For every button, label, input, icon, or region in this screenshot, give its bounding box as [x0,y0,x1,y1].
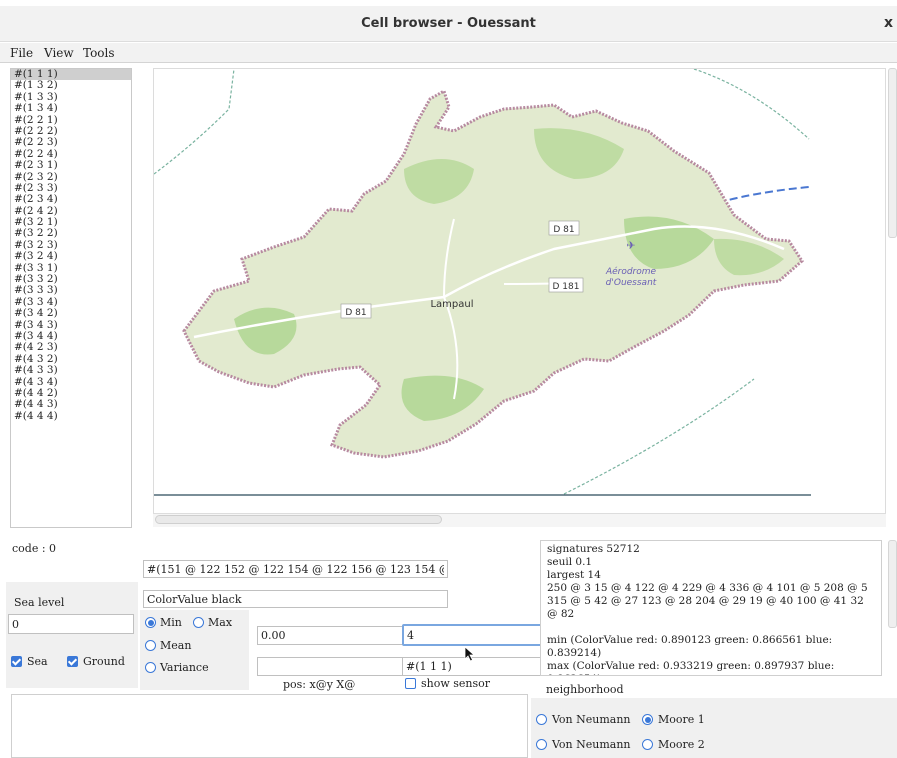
von-neumann-radio-2-dot[interactable] [536,739,547,750]
ground-checkbox[interactable]: Ground [67,655,125,668]
airport-label-line2: d'Ouessant [606,278,657,288]
cell-list-item[interactable]: #(1 3 4) [11,102,131,114]
cell-list-item[interactable]: #(4 3 3) [11,364,131,376]
cell-list-item[interactable]: #(2 3 4) [11,193,131,205]
cell-list[interactable]: #(1 1 1) #(1 3 2) #(1 3 3) #(1 3 4) #(2 2 1)… [10,68,132,528]
menu-view[interactable]: View [44,46,74,60]
points-field[interactable] [143,560,448,578]
cell-list-item[interactable]: #(4 4 3) [11,398,131,410]
coast-line-southeast [563,378,755,495]
ouessant-map: D 81 D 181 D 81 Lampaul ✈ Aérodrome d'Ou… [154,69,811,496]
variance-radio-dot[interactable] [145,662,156,673]
pos-label: pos: x@y X@ [283,678,356,691]
map-view[interactable]: D 81 D 181 D 81 Lampaul ✈ Aérodrome d'Ou… [153,68,886,514]
mean-radio[interactable]: Mean [145,639,191,652]
min-radio[interactable]: Min [145,616,182,629]
variance-radio[interactable]: Variance [145,661,209,674]
show-sensor-checkbox[interactable]: show sensor [405,677,490,690]
info-line: signatures 52712 [547,543,640,555]
sea-checkbox-label: Sea [27,655,48,668]
min-radio-label: Min [160,616,182,629]
menu-bar: File View Tools [0,43,897,63]
von-neumann-radio-2[interactable]: Von Neumann [536,738,631,751]
moore-2-radio[interactable]: Moore 2 [642,738,705,751]
von-neumann-radio-2-label: Von Neumann [552,738,631,751]
info-line [547,621,875,634]
moore-1-radio[interactable]: Moore 1 [642,713,705,726]
max-radio[interactable]: Max [193,616,232,629]
village-label: Lampaul [430,299,473,310]
menu-file[interactable]: File [10,46,33,60]
airport-icon: ✈ [626,239,635,252]
von-neumann-radio-1[interactable]: Von Neumann [536,713,631,726]
von-neumann-radio-1-dot[interactable] [536,714,547,725]
road-label-d81-west: D 81 [345,308,366,318]
neighborhood-label: neighborhood [546,683,624,696]
variance-radio-label: Variance [160,661,209,674]
cell-list-item[interactable]: #(3 4 2) [11,307,131,319]
mean-radio-dot[interactable] [145,640,156,651]
info-line: seuil 0.1 [547,556,593,568]
airport-label-line1: Aérodrome [605,266,657,277]
max-radio-dot[interactable] [193,617,204,628]
show-sensor-label: show sensor [421,677,491,690]
road-label-d181: D 181 [553,282,580,292]
info-line: 250 @ 3 15 @ 4 122 @ 4 229 @ 4 336 @ 4 1… [547,582,868,620]
road-label-d81-east: D 81 [553,225,574,235]
sea-checkbox-box[interactable] [11,656,22,667]
show-sensor-checkbox-box[interactable] [405,678,416,689]
sea-checkbox[interactable]: Sea [11,655,48,668]
coast-line-northwest [154,69,235,175]
value-field-2[interactable] [402,624,550,646]
moore-2-radio-dot[interactable] [642,739,653,750]
color-field[interactable] [143,590,448,608]
info-line: largest 14 [547,569,601,581]
window-titlebar: Cell browser - Ouessant x [0,6,897,42]
mouse-pointer-icon [464,646,476,662]
output-text-area[interactable] [11,694,528,758]
cell-list-item[interactable]: #(3 2 4) [11,250,131,262]
map-vertical-scrollbar[interactable] [888,68,897,238]
value-field-1[interactable] [257,626,403,645]
von-neumann-radio-1-label: Von Neumann [552,713,631,726]
map-horizontal-scroll-thumb[interactable] [155,515,442,524]
info-line: min (ColorValue red: 0.890123 green: 0.8… [547,634,833,659]
code-label: code : 0 [12,542,57,555]
island-land [182,88,804,459]
info-line: max (ColorValue red: 0.933219 green: 0.8… [547,660,835,675]
window-title: Cell browser - Ouessant [361,16,536,31]
cell-list-item[interactable]: #(2 3 1) [11,159,131,171]
moore-1-radio-dot[interactable] [642,714,653,725]
close-icon[interactable]: x [884,15,893,31]
moore-1-radio-label: Moore 1 [658,713,705,726]
coast-line-northeast [693,69,810,140]
ground-checkbox-label: Ground [83,655,125,668]
sea-level-input[interactable] [8,614,134,634]
info-panel: signatures 52712 seuil 0.1 largest 14 250 @… [540,540,882,676]
info-scrollbar[interactable] [888,540,897,628]
menu-tools[interactable]: Tools [83,46,115,60]
cell-list-item[interactable]: #(4 4 4) [11,410,131,422]
min-radio-dot[interactable] [145,617,156,628]
ground-checkbox-box[interactable] [67,656,78,667]
sea-level-label: Sea level [14,596,65,609]
mean-radio-label: Mean [160,639,192,652]
cell-field[interactable] [402,657,550,676]
max-radio-label: Max [208,616,233,629]
empty-field[interactable] [257,657,403,676]
moore-2-radio-label: Moore 2 [658,738,705,751]
